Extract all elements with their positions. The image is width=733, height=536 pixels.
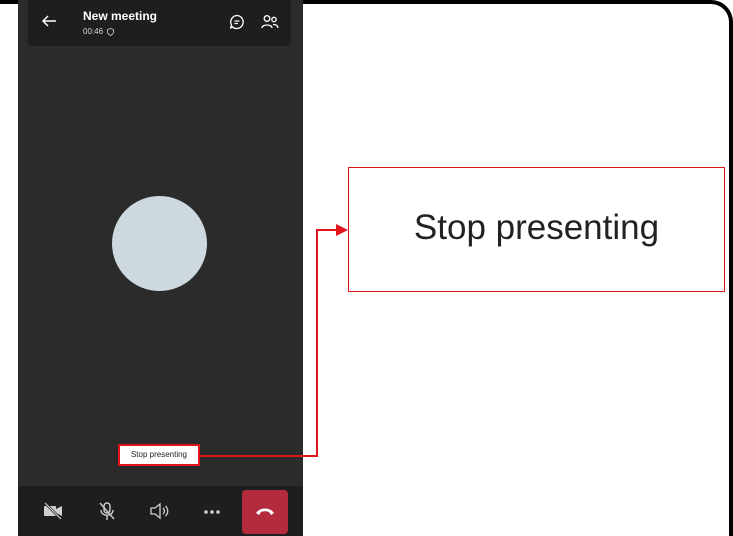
callout-label: Stop presenting xyxy=(413,208,660,247)
mic-off-icon[interactable] xyxy=(96,500,118,522)
video-off-icon[interactable] xyxy=(42,500,64,522)
speaker-icon[interactable] xyxy=(148,500,170,522)
meeting-timer-value: 00:46 xyxy=(83,27,104,36)
meeting-screen: New meeting 00:46 Stop presenting xyxy=(18,0,303,536)
call-controls-bar xyxy=(18,486,303,536)
more-icon[interactable] xyxy=(201,500,223,522)
stop-presenting-button[interactable]: Stop presenting xyxy=(118,444,200,466)
hang-up-button[interactable] xyxy=(242,490,288,534)
chat-icon[interactable] xyxy=(229,14,245,30)
hang-up-icon xyxy=(256,508,274,515)
back-arrow-icon[interactable] xyxy=(40,12,58,30)
meeting-header: New meeting 00:46 xyxy=(28,0,291,46)
meeting-timer: 00:46 xyxy=(83,27,115,36)
participant-avatar xyxy=(112,196,207,291)
shield-icon xyxy=(107,27,115,36)
participants-icon[interactable] xyxy=(261,14,279,30)
meeting-title: New meeting xyxy=(83,9,158,23)
callout-zoom-box: Stop presenting xyxy=(348,167,725,292)
